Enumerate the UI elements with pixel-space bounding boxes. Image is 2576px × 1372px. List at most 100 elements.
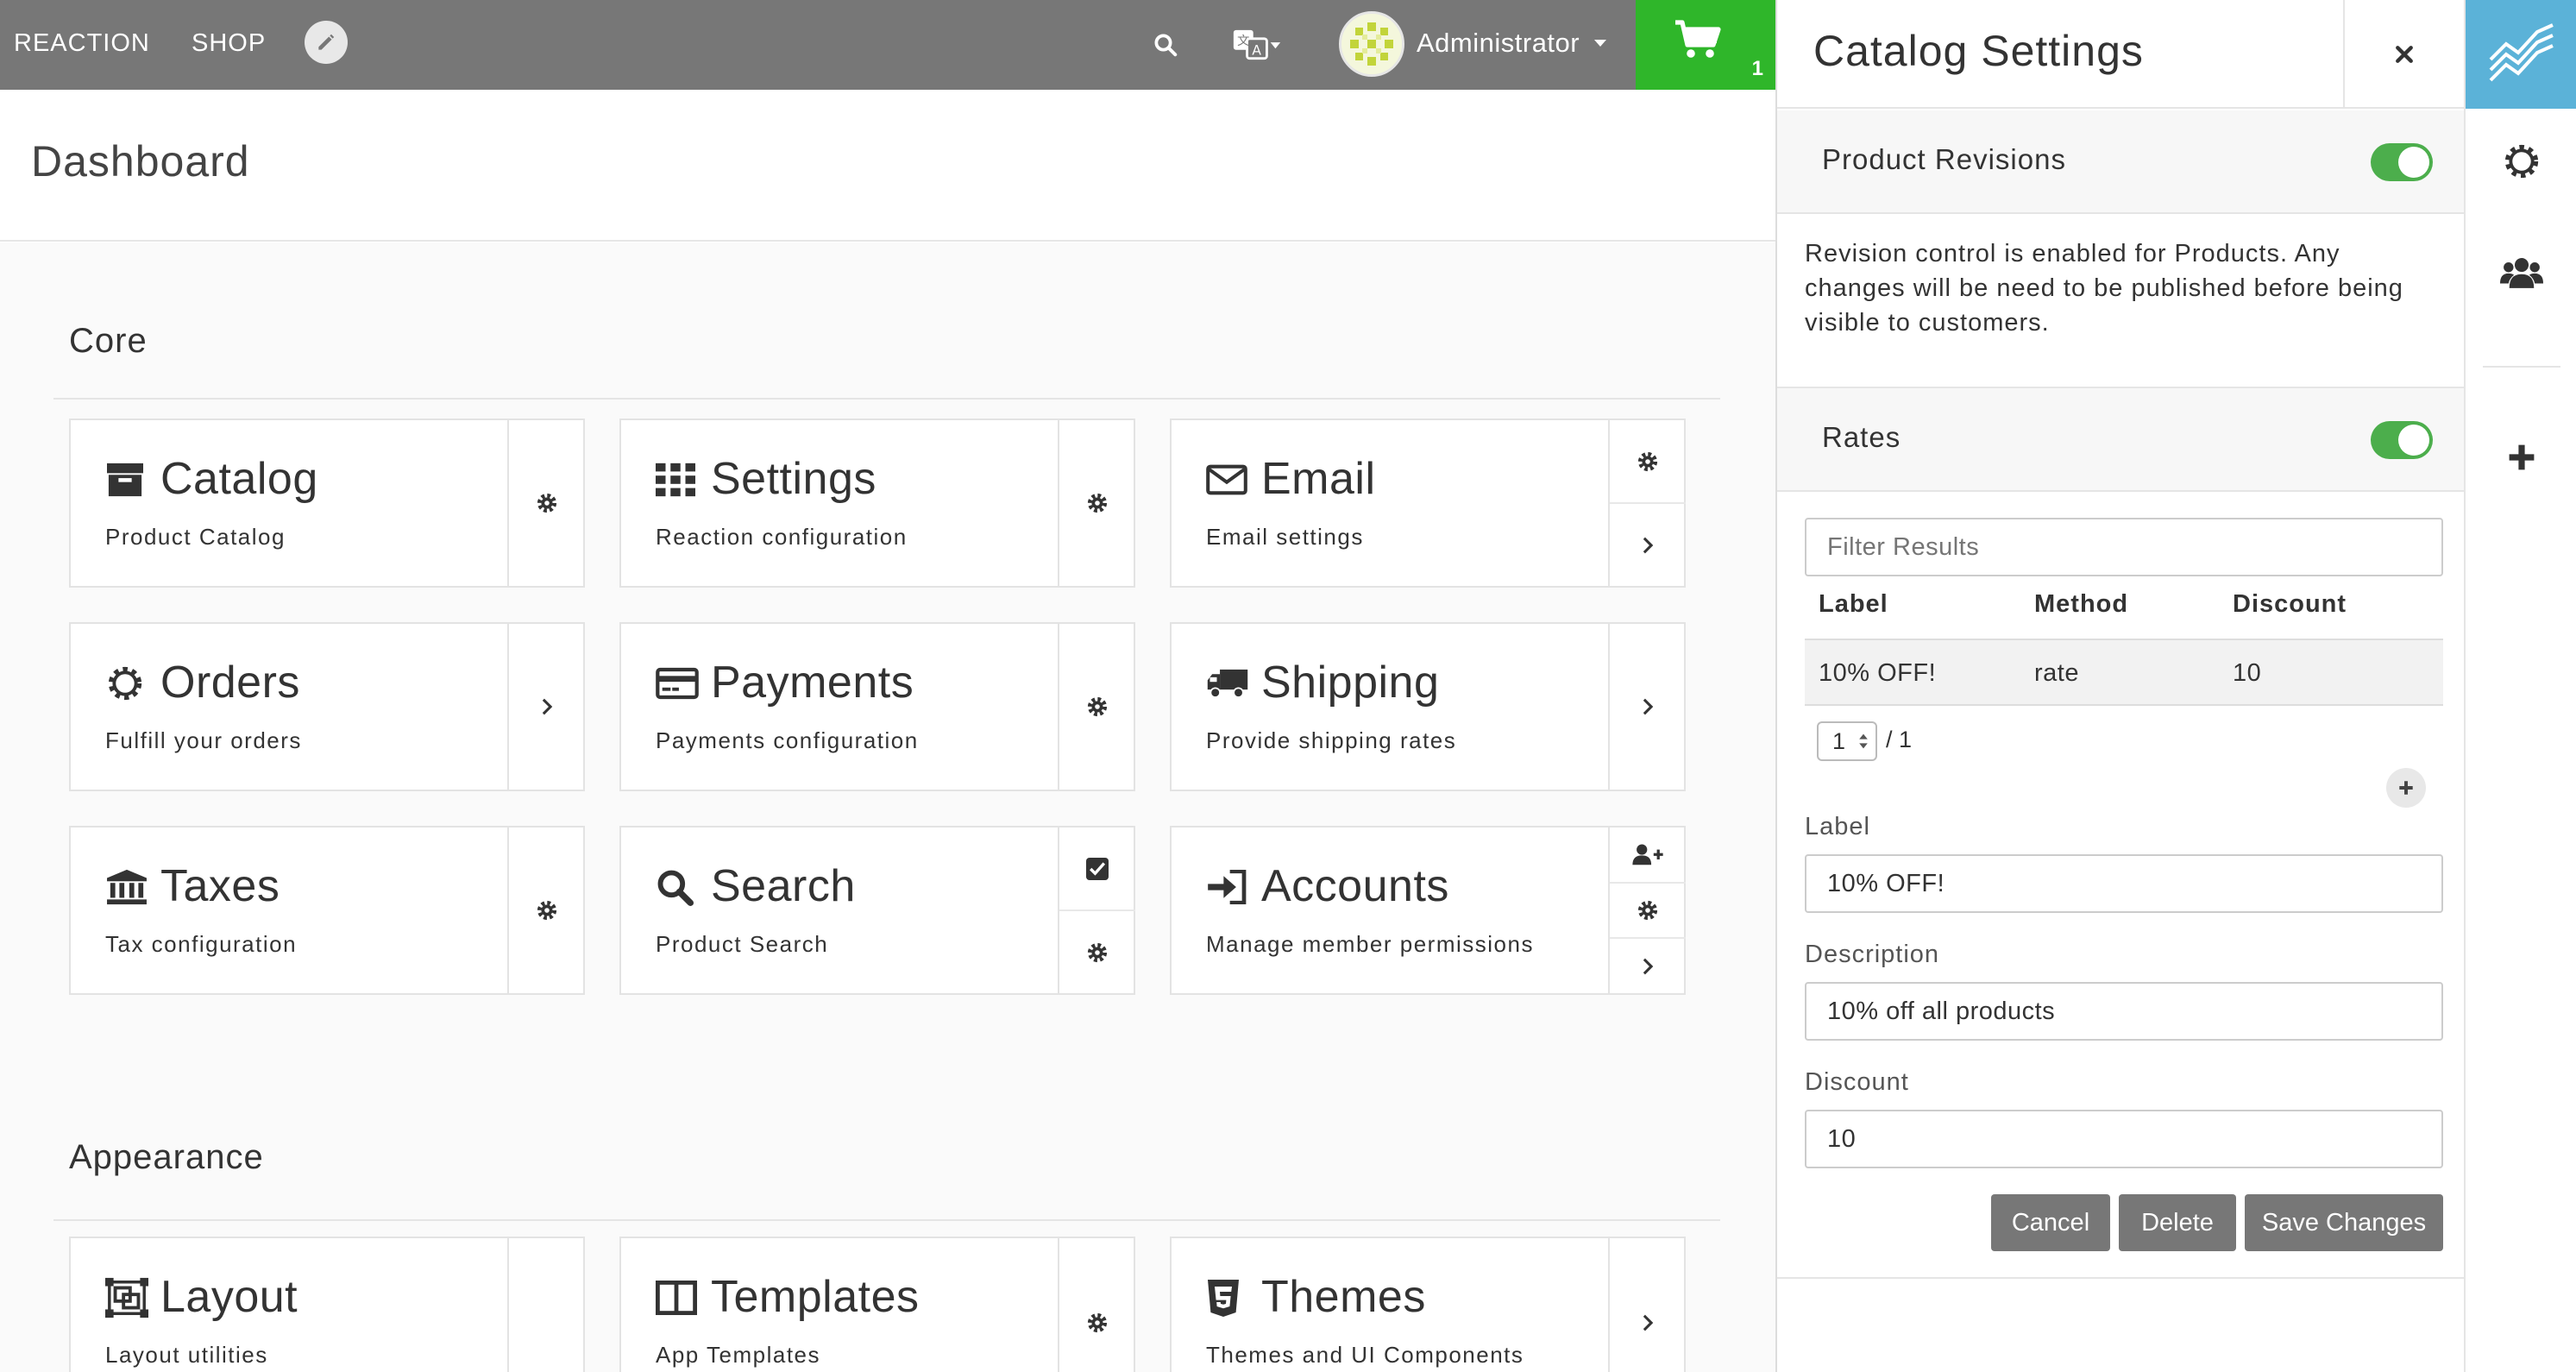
- templates-settings-button[interactable]: [1059, 1238, 1135, 1372]
- accounts-settings-button[interactable]: [1610, 884, 1686, 940]
- card-accounts-main[interactable]: Accounts Manage member permissions: [1172, 828, 1610, 993]
- column-header-method[interactable]: Method: [2034, 590, 2128, 619]
- close-panel-button[interactable]: [2343, 0, 2464, 109]
- cancel-button[interactable]: Cancel: [1991, 1194, 2110, 1251]
- users-icon: [2500, 258, 2543, 288]
- taxes-settings-button[interactable]: [509, 828, 585, 993]
- card-subtitle: Tax configuration: [105, 931, 298, 957]
- filter-results-input[interactable]: [1805, 518, 2443, 576]
- card-subtitle: Product Catalog: [105, 524, 286, 550]
- card-email-main[interactable]: Email Email settings: [1172, 420, 1610, 586]
- payments-settings-button[interactable]: [1059, 624, 1135, 790]
- avatar[interactable]: [1339, 11, 1404, 77]
- product-revisions-description: Revision control is enabled for Products…: [1805, 240, 2403, 337]
- catalog-settings-button[interactable]: [509, 420, 585, 586]
- edit-mode-button[interactable]: [305, 21, 348, 64]
- card-layout-main[interactable]: Layout Layout utilities: [71, 1238, 509, 1372]
- description-field[interactable]: [1805, 982, 2443, 1041]
- svg-text:A: A: [1252, 41, 1261, 58]
- account-menu-toggle[interactable]: Administrator: [1417, 0, 1580, 90]
- card-shipping: Shipping Provide shipping rates: [1170, 622, 1686, 791]
- card-subtitle: Payments configuration: [656, 727, 919, 753]
- gear-icon: [1087, 493, 1108, 513]
- accounts-add-member-button[interactable]: [1610, 828, 1686, 884]
- rail-accounts-button[interactable]: [2466, 254, 2576, 292]
- shipping-open-button[interactable]: [1610, 624, 1686, 790]
- search-icon: [656, 865, 699, 909]
- language-button[interactable]: A文: [1232, 22, 1282, 67]
- page-number-select[interactable]: 1: [1817, 721, 1877, 761]
- search-icon: [1154, 34, 1178, 57]
- settings-settings-button[interactable]: [1059, 420, 1135, 586]
- card-subtitle: Provide shipping rates: [1206, 727, 1457, 753]
- dashboard-brand-button[interactable]: [2466, 0, 2576, 109]
- product-revisions-toggle[interactable]: [2371, 143, 2433, 181]
- card-subtitle: Reaction configuration: [656, 524, 908, 550]
- card-title: Orders: [160, 658, 300, 708]
- chart-logo-icon: [2489, 23, 2554, 82]
- section-title-appearance: Appearance: [69, 1138, 264, 1176]
- search-button[interactable]: [1153, 22, 1178, 67]
- checkbox-checked-icon: [1086, 857, 1109, 880]
- card-title: Search: [711, 861, 856, 911]
- search-enabled-checkbox[interactable]: [1059, 828, 1135, 911]
- card-accounts: Accounts Manage member permissions: [1170, 826, 1686, 995]
- brand-link[interactable]: REACTION: [14, 0, 150, 90]
- cart-count-badge: 1: [1751, 57, 1763, 80]
- divider: [1777, 1277, 2464, 1279]
- pencil-icon: [318, 34, 335, 50]
- column-header-label[interactable]: Label: [1819, 590, 1888, 619]
- rail-settings-button[interactable]: [2466, 142, 2576, 181]
- add-rate-button[interactable]: [2386, 768, 2426, 808]
- credit-card-icon: [656, 662, 699, 705]
- rates-toggle[interactable]: [2371, 421, 2433, 459]
- envelope-icon: [1206, 458, 1249, 501]
- sun-icon: [2504, 144, 2539, 179]
- card-templates-main[interactable]: Templates App Templates: [621, 1238, 1059, 1372]
- card-catalog-main[interactable]: Catalog Product Catalog: [71, 420, 509, 586]
- spinner-arrows-icon: [1859, 733, 1868, 749]
- save-changes-button[interactable]: Save Changes: [2245, 1194, 2443, 1251]
- card-email: Email Email settings: [1170, 419, 1686, 588]
- cart-button[interactable]: 1: [1636, 0, 1775, 90]
- card-title: Payments: [711, 658, 914, 708]
- cell-discount: 10: [2233, 659, 2262, 687]
- card-payments-main[interactable]: Payments Payments configuration: [621, 624, 1059, 790]
- shop-link[interactable]: SHOP: [192, 0, 266, 90]
- dashboard-body: Core Catalog Product Catalog Settings Re…: [0, 242, 1775, 1372]
- card-subtitle: App Templates: [656, 1342, 821, 1368]
- card-themes: Themes Themes and UI Components: [1170, 1237, 1686, 1372]
- card-settings-main[interactable]: Settings Reaction configuration: [621, 420, 1059, 586]
- themes-open-button[interactable]: [1610, 1238, 1686, 1372]
- label-field[interactable]: [1805, 854, 2443, 913]
- avatar-identicon: [1341, 14, 1402, 74]
- card-themes-main[interactable]: Themes Themes and UI Components: [1172, 1238, 1610, 1372]
- discount-field[interactable]: [1805, 1110, 2443, 1168]
- shopping-cart-icon: [1675, 20, 1721, 58]
- gear-icon: [1637, 451, 1658, 471]
- table-row[interactable]: 10% OFF! rate 10: [1805, 639, 2443, 706]
- email-settings-button[interactable]: [1610, 420, 1686, 504]
- accounts-open-button[interactable]: [1610, 939, 1686, 993]
- plus-icon: [2509, 444, 2535, 470]
- orders-open-button[interactable]: [509, 624, 585, 790]
- card-shipping-main[interactable]: Shipping Provide shipping rates: [1172, 624, 1610, 790]
- card-title: Email: [1261, 454, 1376, 504]
- admin-rail: [2464, 0, 2576, 1372]
- label-field-label: Label: [1805, 813, 1870, 840]
- card-subtitle: Layout utilities: [105, 1342, 268, 1368]
- svg-text:文: 文: [1237, 34, 1249, 48]
- search-settings-button[interactable]: [1059, 911, 1135, 993]
- rail-add-button[interactable]: [2466, 442, 2576, 473]
- card-search-main[interactable]: Search Product Search: [621, 828, 1059, 993]
- product-revisions-label: Product Revisions: [1822, 143, 2066, 175]
- card-taxes-main[interactable]: Taxes Tax configuration: [71, 828, 509, 993]
- chevron-right-icon: [1643, 1314, 1654, 1331]
- email-open-button[interactable]: [1610, 504, 1686, 586]
- card-subtitle: Manage member permissions: [1206, 931, 1534, 957]
- column-header-discount[interactable]: Discount: [2233, 590, 2347, 619]
- delete-button[interactable]: Delete: [2119, 1194, 2236, 1251]
- card-orders-main[interactable]: Orders Fulfill your orders: [71, 624, 509, 790]
- card-layout: Layout Layout utilities: [69, 1237, 585, 1372]
- card-title: Shipping: [1261, 658, 1440, 708]
